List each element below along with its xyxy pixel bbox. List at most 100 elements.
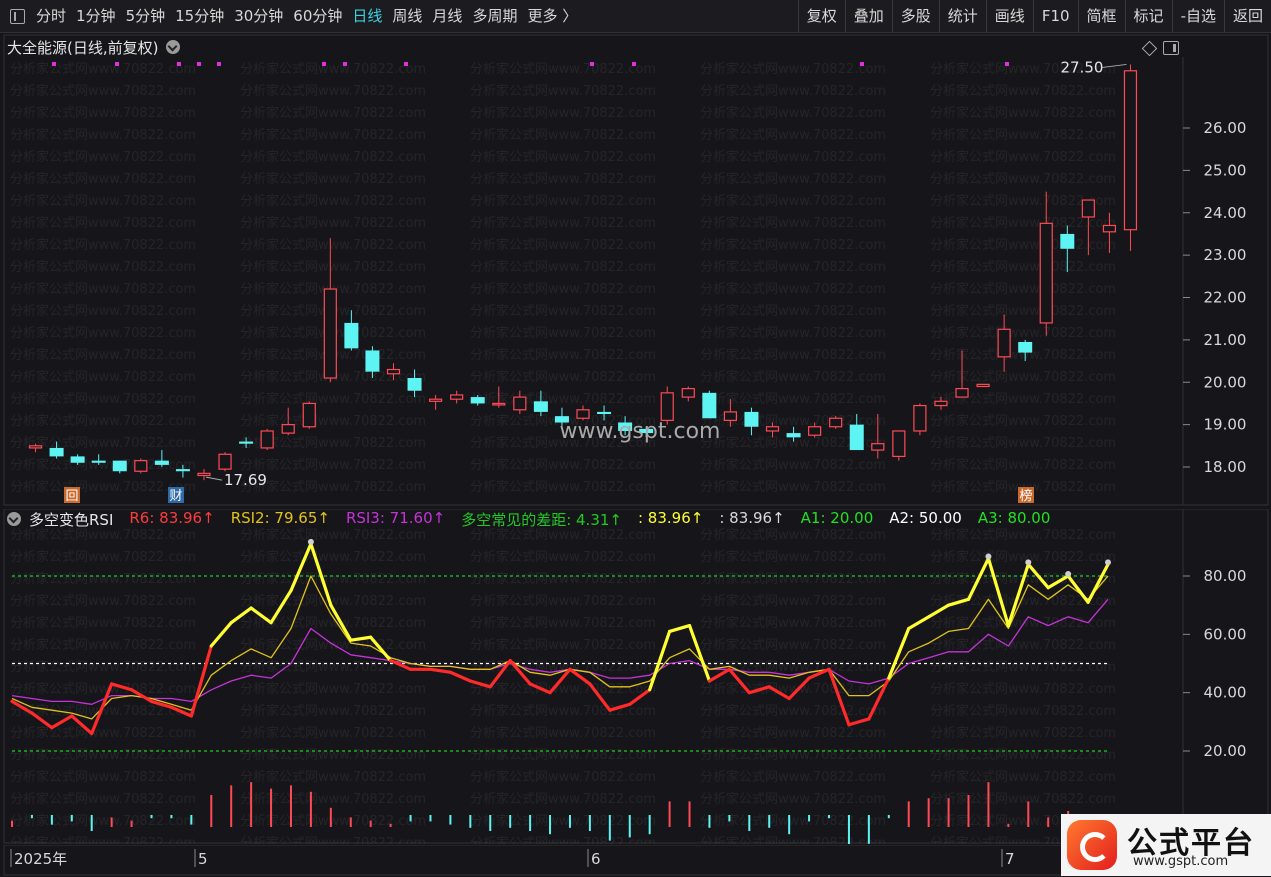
candle bbox=[197, 469, 211, 481]
chart-menu-dropdown-icon[interactable] bbox=[166, 40, 181, 54]
stock-chart-app: 分时 1分钟 5分钟 15分钟 30分钟 60分钟 日线 周线 月线 多周期 更多 〉 复权 叠加 多股… bbox=[0, 0, 1271, 877]
candle bbox=[702, 390, 717, 419]
candle-body-up bbox=[660, 392, 674, 421]
candle-body-up bbox=[281, 424, 295, 434]
watermark-tile: 分析家公式网www.70822.com bbox=[930, 303, 1116, 319]
watermark-tile: 分析家公式网www.70822.com bbox=[240, 549, 426, 565]
watermark-tile: 分析家公式网www.70822.com bbox=[240, 215, 426, 231]
legend-item-6: A1: 20.00 bbox=[800, 508, 874, 527]
period-tab-7[interactable]: 周线 bbox=[387, 4, 427, 28]
watermark-tile: 分析家公式网www.70822.com bbox=[10, 681, 196, 697]
watermark-tile: 分析家公式网www.70822.com bbox=[10, 747, 196, 763]
period-tab-5[interactable]: 60分钟 bbox=[288, 4, 347, 28]
watermark-tile: 分析家公式网www.70822.com bbox=[930, 325, 1116, 341]
period-tab-3[interactable]: 15分钟 bbox=[170, 4, 229, 28]
candle-body-down bbox=[1060, 233, 1075, 249]
watermark-tile: 分析家公式网www.70822.com bbox=[10, 615, 196, 631]
candle-body-down bbox=[239, 441, 254, 444]
series-segment-R6 bbox=[209, 621, 233, 648]
watermark-tile: 分析家公式网www.70822.com bbox=[700, 769, 886, 785]
toolbar-button-9[interactable]: 返回 bbox=[1223, 0, 1271, 32]
candle-body-up bbox=[871, 443, 885, 451]
candle bbox=[913, 403, 927, 436]
toolbar-button-0[interactable]: 复权 bbox=[797, 0, 845, 32]
candle-body-up bbox=[892, 430, 906, 458]
watermark-tile: 分析家公式网www.70822.com bbox=[10, 61, 196, 77]
period-tab-8[interactable]: 月线 bbox=[427, 4, 467, 28]
watermark-tile: 分析家公式网www.70822.com bbox=[700, 105, 886, 121]
toolbar-button-1[interactable]: 叠加 bbox=[844, 0, 892, 32]
indicator-tick-label: 20.00 bbox=[1204, 742, 1247, 760]
price-tick-label: 23.00 bbox=[1204, 246, 1247, 264]
candlestick-chart[interactable]: 分析家公式网www.70822.com 分析家公式网www.70822.com 分析… bbox=[0, 33, 1271, 507]
watermark-tile: 分析家公式网www.70822.com bbox=[10, 571, 196, 587]
event-marker-text: 财 bbox=[169, 489, 182, 504]
logo-url: www.gspt.com bbox=[1133, 854, 1229, 869]
watermark-tile: 分析家公式网www.70822.com bbox=[10, 769, 196, 785]
indicator-tick-label: 80.00 bbox=[1204, 567, 1247, 585]
toolbar-button-2[interactable]: 多股 bbox=[891, 0, 939, 32]
watermark-tile: 分析家公式网www.70822.com bbox=[240, 105, 426, 121]
period-tab-0[interactable]: 分时 bbox=[31, 4, 71, 28]
rsi-indicator-chart[interactable]: 分析家公式网www.70822.com 分析家公式网www.70822.com 分析… bbox=[0, 508, 1271, 851]
candle-body-up bbox=[323, 288, 337, 379]
indicator-panel: 多空变色RSI R6: 83.96↑ RSI2: 79.65↑ RSI3: 71.6… bbox=[0, 508, 1271, 851]
watermark-tile: 分析家公式网www.70822.com bbox=[240, 413, 426, 429]
period-tab-10[interactable]: 更多 〉 bbox=[522, 4, 582, 28]
event-marker-text: 回 bbox=[65, 489, 78, 504]
toolbar-button-3[interactable]: 统计 bbox=[938, 0, 986, 32]
candle-body-down bbox=[365, 350, 380, 372]
watermark-tile: 分析家公式网www.70822.com bbox=[10, 835, 196, 844]
candle-body-down bbox=[154, 460, 169, 465]
watermark-tile: 分析家公式网www.70822.com bbox=[470, 193, 656, 209]
sidebar-toggle-icon[interactable] bbox=[10, 8, 25, 24]
watermark-tile: 分析家公式网www.70822.com bbox=[700, 149, 886, 165]
event-marker: 回 bbox=[64, 487, 80, 504]
price-tick-label: 22.00 bbox=[1204, 289, 1247, 307]
toolbar-button-7[interactable]: 标记 bbox=[1124, 0, 1172, 32]
candle-body-up bbox=[492, 402, 506, 406]
candle bbox=[302, 401, 316, 429]
watermark-tile: 分析家公式网www.70822.com bbox=[700, 171, 886, 187]
candle-body-down bbox=[1018, 341, 1033, 353]
diamond-icon[interactable] bbox=[1141, 40, 1158, 57]
candle-body-up bbox=[1123, 70, 1138, 231]
watermark-tile: 分析家公式网www.70822.com bbox=[700, 325, 886, 341]
watermark-tile: 分析家公式网www.70822.com bbox=[930, 791, 1116, 807]
indicator-watermark-layer: 分析家公式网www.70822.com 分析家公式网www.70822.com 分析… bbox=[10, 527, 1116, 851]
toolbar-button-5[interactable]: F10 bbox=[1032, 0, 1078, 32]
candle-body-down bbox=[91, 460, 106, 463]
panel-toggle-icon[interactable] bbox=[1163, 41, 1179, 55]
candle bbox=[218, 452, 232, 472]
watermark-tile: 分析家公式网www.70822.com bbox=[10, 281, 196, 297]
candle-body-down bbox=[49, 447, 64, 457]
indicator-legend-items: R6: 83.96↑ RSI2: 79.65↑ RSI3: 71.60↑ 多空常见的差… bbox=[119, 509, 1056, 530]
watermark-tile: 分析家公式网www.70822.com bbox=[10, 391, 196, 407]
period-tab-6[interactable]: 日线 bbox=[347, 4, 387, 28]
toolbar-button-6[interactable]: 简框 bbox=[1077, 0, 1125, 32]
toolbar-button-8[interactable]: -自选 bbox=[1171, 0, 1224, 32]
legend-item-3: 多空常见的差距: 4.31↑ bbox=[461, 510, 622, 529]
candle-body-up bbox=[681, 388, 695, 398]
watermark-tile: 分析家公式网www.70822.com bbox=[10, 813, 196, 829]
period-tab-2[interactable]: 5分钟 bbox=[121, 4, 171, 28]
watermark-tile: 分析家公式网www.70822.com bbox=[240, 193, 426, 209]
period-tab-4[interactable]: 30分钟 bbox=[229, 4, 288, 28]
watermark-tile: 分析家公式网www.70822.com bbox=[240, 571, 426, 587]
watermark-tile: 分析家公式网www.70822.com bbox=[470, 593, 656, 609]
signal-dot bbox=[343, 62, 347, 66]
watermark-tile: 分析家公式网www.70822.com bbox=[240, 791, 426, 807]
watermark-tile: 分析家公式网www.70822.com bbox=[700, 479, 886, 495]
candle-body-up bbox=[450, 394, 464, 400]
indicator-menu-dropdown-icon[interactable] bbox=[7, 512, 21, 526]
watermark-tile: 分析家公式网www.70822.com bbox=[700, 347, 886, 363]
period-tab-1[interactable]: 1分钟 bbox=[71, 4, 121, 28]
watermark-tile: 分析家公式网www.70822.com bbox=[10, 659, 196, 675]
watermark-tile: 分析家公式网www.70822.com bbox=[10, 303, 196, 319]
watermark-tile: 分析家公式网www.70822.com bbox=[10, 325, 196, 341]
peak-dot bbox=[1065, 571, 1072, 577]
period-tab-9[interactable]: 多周期 bbox=[467, 4, 522, 28]
toolbar-button-4[interactable]: 画线 bbox=[985, 0, 1033, 32]
series-segment-R6 bbox=[448, 670, 472, 683]
watermark-tile: 分析家公式网www.70822.com bbox=[470, 747, 656, 763]
